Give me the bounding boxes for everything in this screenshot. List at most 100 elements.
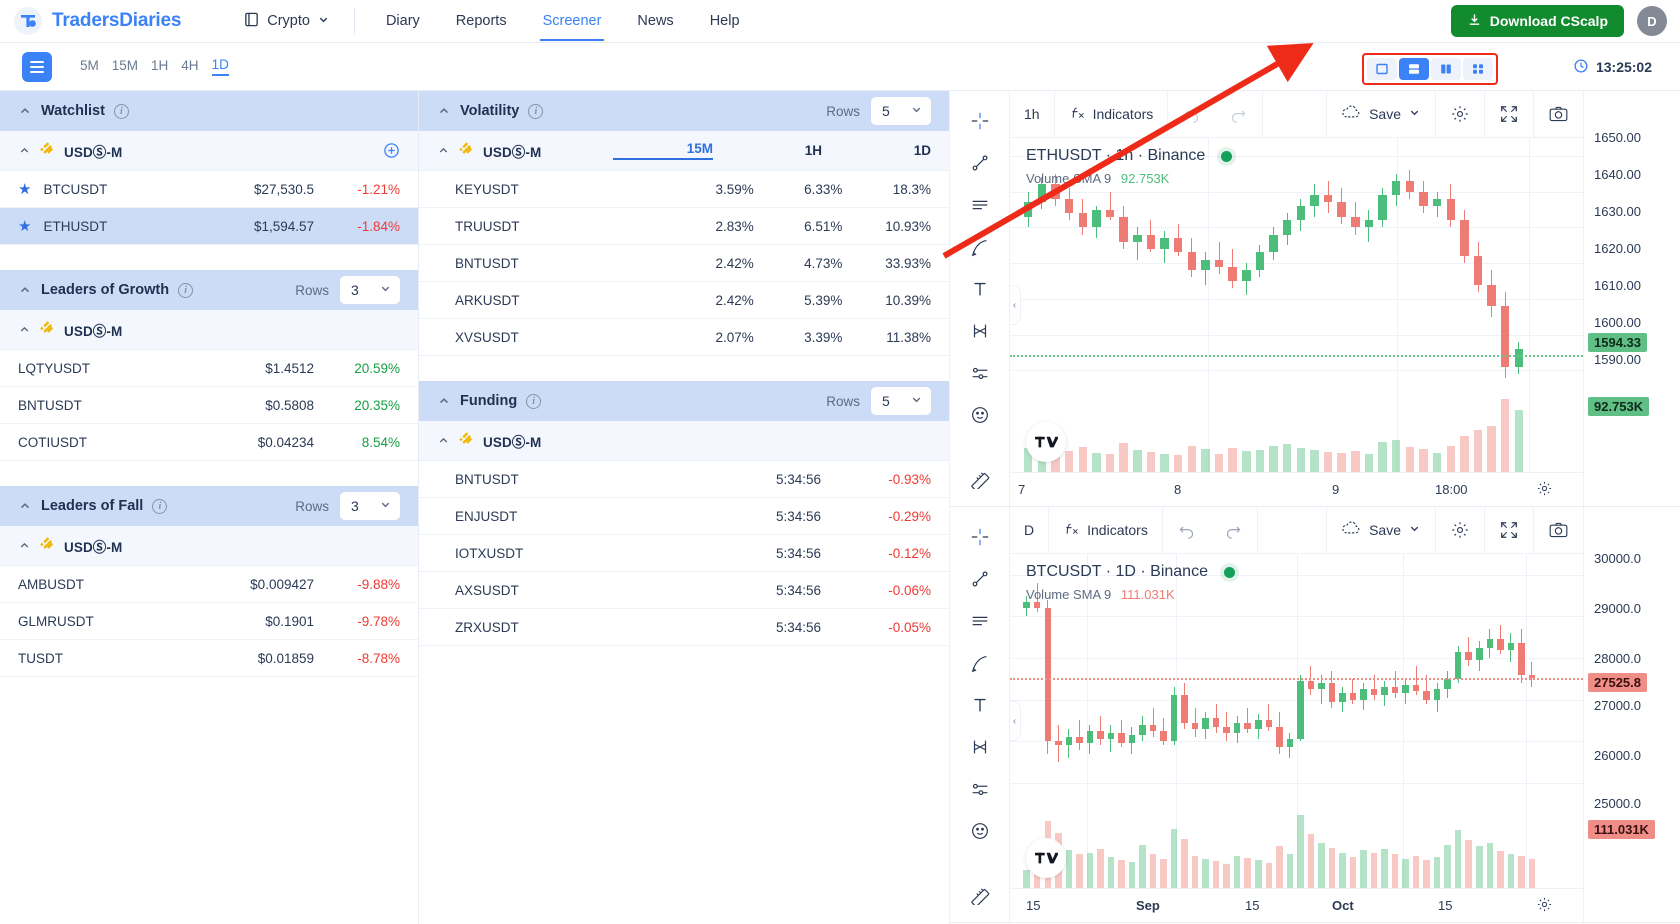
timeframe-1d[interactable]: 1D — [212, 57, 229, 76]
brand[interactable]: TradersDiaries — [0, 7, 181, 35]
funding-panel-header[interactable]: Funding i Rows 5 — [419, 381, 949, 421]
shapes-icon[interactable] — [959, 643, 1001, 683]
chevron-up-icon[interactable] — [18, 539, 31, 552]
pattern-icon[interactable] — [959, 727, 1001, 767]
leaders-fall-panel-header[interactable]: Leaders of Fall i Rows 3 — [0, 486, 418, 526]
collapse-toolbar-tab-bottom[interactable]: ‹ — [1010, 701, 1021, 741]
text-icon[interactable] — [959, 685, 1001, 725]
chart-settings-top[interactable] — [1436, 91, 1484, 138]
timeframe-4h[interactable]: 4H — [181, 58, 198, 75]
layout-grid-icon[interactable] — [1463, 58, 1493, 80]
save-button-top[interactable]: Save — [1327, 91, 1435, 138]
price-axis-bottom[interactable]: 30000.0 29000.0 28000.0 27525.8 27000.0 … — [1583, 507, 1680, 922]
chart-interval-top[interactable]: 1h — [1010, 91, 1054, 138]
table-row[interactable]: GLMRUSDT $0.1901 -9.78% — [0, 603, 418, 640]
nav-link-help[interactable]: Help — [709, 2, 741, 41]
info-icon[interactable]: i — [526, 394, 541, 409]
shapes-icon[interactable] — [959, 227, 1001, 267]
nav-link-reports[interactable]: Reports — [455, 2, 508, 41]
table-row[interactable]: TRUUSDT 2.83% 6.51% 10.93% — [419, 208, 949, 245]
save-button-bottom[interactable]: Save — [1327, 507, 1435, 554]
rows-select[interactable]: 5 — [871, 97, 931, 125]
table-row[interactable]: AXSUSDT 5:34:56 -0.06% — [419, 572, 949, 609]
timeframe-1h[interactable]: 1H — [151, 58, 168, 75]
trendline-icon[interactable] — [959, 559, 1001, 599]
leaders-fall-exchange-row[interactable]: USDⓈ-M — [0, 526, 418, 566]
info-icon[interactable]: i — [178, 283, 193, 298]
gear-icon[interactable] — [1536, 480, 1553, 500]
volatility-col-15m[interactable]: 15M — [613, 141, 713, 160]
horizontal-lines-icon[interactable] — [959, 601, 1001, 641]
indicators-button-bottom[interactable]: Indicators — [1049, 507, 1162, 554]
chevron-up-icon[interactable] — [18, 144, 31, 157]
table-row[interactable]: BNTUSDT 2.42% 4.73% 33.93% — [419, 245, 949, 282]
leaders-growth-panel-header[interactable]: Leaders of Growth i Rows 3 — [0, 270, 418, 310]
redo-icon[interactable] — [1215, 91, 1262, 138]
volatility-panel-header[interactable]: Volatility i Rows 5 — [419, 91, 949, 131]
camera-icon[interactable] — [1534, 91, 1583, 138]
table-row[interactable]: ARKUSDT 2.42% 5.39% 10.39% — [419, 282, 949, 319]
nav-link-screener[interactable]: Screener — [542, 2, 603, 41]
nav-link-news[interactable]: News — [636, 2, 674, 41]
rows-select[interactable]: 3 — [340, 276, 400, 304]
table-row[interactable]: COTIUSDT $0.04234 8.54% — [0, 424, 418, 461]
info-icon[interactable]: i — [114, 104, 129, 119]
emoji-icon[interactable] — [959, 811, 1001, 851]
tradingview-icon[interactable] — [1026, 838, 1066, 878]
timeframe-15m[interactable]: 15M — [112, 58, 138, 75]
table-row[interactable]: ★ ETHUSDT $1,594.57 -1.84% — [0, 208, 418, 245]
table-row[interactable]: IOTXUSDT 5:34:56 -0.12% — [419, 535, 949, 572]
hamburger-icon[interactable] — [22, 52, 52, 82]
watchlist-panel-header[interactable]: Watchlist i — [0, 91, 418, 131]
nav-link-diary[interactable]: Diary — [385, 2, 421, 41]
fullscreen-icon[interactable] — [1485, 91, 1533, 138]
tradingview-icon[interactable] — [1026, 422, 1066, 462]
leaders-growth-exchange-row[interactable]: USDⓈ-M — [0, 310, 418, 350]
star-icon[interactable]: ★ — [18, 182, 31, 197]
table-row[interactable]: TUSDT $0.01859 -8.78% — [0, 640, 418, 677]
chevron-up-icon[interactable] — [18, 283, 32, 297]
layout-two-rows-icon[interactable] — [1399, 58, 1429, 80]
forecast-icon[interactable] — [959, 353, 1001, 393]
chevron-up-icon[interactable] — [18, 499, 32, 513]
rows-select[interactable]: 3 — [340, 492, 400, 520]
avatar[interactable]: D — [1637, 6, 1667, 36]
table-row[interactable]: BNTUSDT 5:34:56 -0.93% — [419, 461, 949, 498]
download-cscalp-button[interactable]: Download CScalp — [1451, 5, 1624, 37]
table-row[interactable]: ZRXUSDT 5:34:56 -0.05% — [419, 609, 949, 646]
measure-icon[interactable] — [959, 458, 1001, 498]
time-axis-bottom[interactable]: 15 Sep 15 Oct 15 — [1010, 888, 1583, 922]
timeframe-5m[interactable]: 5M — [80, 58, 99, 75]
chevron-up-icon[interactable] — [437, 144, 450, 157]
text-icon[interactable] — [959, 269, 1001, 309]
price-axis-top[interactable]: 1650.00 1640.00 1630.00 1620.00 1610.00 … — [1583, 91, 1680, 506]
chevron-up-icon[interactable] — [437, 434, 450, 447]
measure-icon[interactable] — [959, 874, 1001, 914]
indicators-button-top[interactable]: Indicators — [1055, 91, 1168, 138]
volatility-col-1d[interactable]: 1D — [831, 143, 931, 158]
chart-canvas-top[interactable]: ETHUSDT · 1h · Binance Volume SMA 9 92.7… — [1010, 138, 1583, 472]
table-row[interactable]: KEYUSDT 3.59% 6.33% 18.3% — [419, 171, 949, 208]
collapse-toolbar-tab-top[interactable]: ‹ — [1010, 285, 1021, 325]
volatility-col-1h[interactable]: 1H — [722, 143, 822, 158]
redo-icon[interactable] — [1210, 507, 1257, 554]
layout-two-cols-icon[interactable] — [1431, 58, 1461, 80]
table-row[interactable]: LQTYUSDT $1.4512 20.59% — [0, 350, 418, 387]
category-selector[interactable]: Crypto — [243, 11, 330, 32]
pattern-icon[interactable] — [959, 311, 1001, 351]
info-icon[interactable]: i — [152, 499, 167, 514]
chevron-up-icon[interactable] — [437, 394, 451, 408]
table-row[interactable]: BNTUSDT $0.5808 20.35% — [0, 387, 418, 424]
star-icon[interactable]: ★ — [18, 219, 31, 234]
chevron-up-icon[interactable] — [18, 323, 31, 336]
chevron-up-icon[interactable] — [18, 104, 32, 118]
chart-interval-bottom[interactable]: D — [1010, 507, 1048, 554]
table-row[interactable]: ★ BTCUSDT $27,530.5 -1.21% — [0, 171, 418, 208]
trendline-icon[interactable] — [959, 143, 1001, 183]
chart-canvas-bottom[interactable]: BTCUSDT · 1D · Binance Volume SMA 9 111.… — [1010, 554, 1583, 888]
rows-select[interactable]: 5 — [871, 387, 931, 415]
table-row[interactable]: ENJUSDT 5:34:56 -0.29% — [419, 498, 949, 535]
emoji-icon[interactable] — [959, 395, 1001, 435]
table-row[interactable]: AMBUSDT $0.009427 -9.88% — [0, 566, 418, 603]
undo-icon[interactable] — [1168, 91, 1215, 138]
